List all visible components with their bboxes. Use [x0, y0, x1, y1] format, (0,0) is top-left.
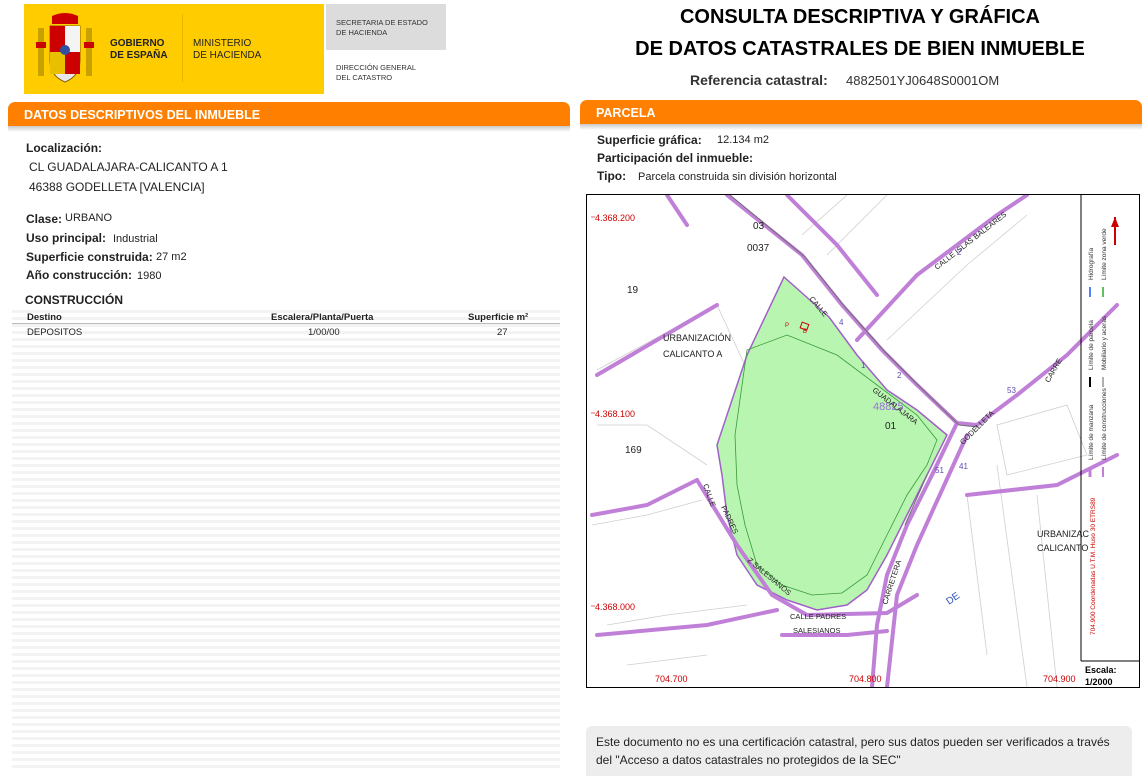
scale-label: Escala:	[1085, 665, 1117, 675]
header-divider	[182, 14, 183, 82]
table-header-escalera: Escalera/Planta/Puerta	[271, 312, 374, 323]
scale-value: 1/2000	[1085, 677, 1113, 687]
cadastral-reference-value: 4882501YJ0648S0001OM	[846, 73, 1000, 88]
map-label-b: B	[803, 329, 807, 335]
construction-table-background	[12, 310, 560, 772]
government-name: GOBIERNO DE ESPAÑA	[110, 38, 168, 61]
map-house-1: 1	[861, 361, 866, 370]
map-y-coord-1: 4.368.200	[595, 213, 635, 223]
participation-label: Participación del inmueble:	[597, 151, 754, 165]
map-street-de: DE	[944, 590, 962, 607]
legend-hidrografia: Hidrografía	[1088, 247, 1095, 280]
location-label: Localización:	[26, 141, 103, 155]
cadastral-reference-label: Referencia catastral:	[690, 72, 828, 88]
map-house-51: 51	[935, 466, 944, 475]
section-header-parcel: PARCELA	[580, 100, 1142, 124]
map-house-2a: 2	[957, 248, 962, 257]
table-header-destino: Destino	[27, 312, 62, 323]
map-label-p: P	[785, 323, 789, 329]
map-house-4: 4	[839, 318, 844, 327]
map-parcel-03: 03	[753, 221, 765, 232]
build-year-label: Año construcción:	[26, 268, 133, 282]
map-x-coord-1: 704.700	[655, 674, 688, 684]
main-use-value: Industrial	[113, 233, 158, 245]
map-x-coord-2: 704.800	[849, 674, 882, 684]
legend-parcela: Límite de parcela	[1088, 320, 1095, 370]
construction-title: CONSTRUCCIÓN	[25, 293, 123, 307]
secretary-name: SECRETARIA DE ESTADO DE HACIENDA	[336, 18, 428, 37]
type-value: Parcela construida sin división horizont…	[638, 171, 837, 183]
ministry-name: MINISTERIO DE HACIENDA	[193, 38, 262, 61]
graphic-area-label: Superficie gráfica:	[597, 133, 702, 147]
document-title-line2: DE DATOS CATASTRALES DE BIEN INMUEBLE	[635, 38, 1085, 60]
table-cell-destino: DEPOSITOS	[27, 327, 83, 338]
table-header-superficie: Superficie m²	[468, 312, 529, 323]
map-parcel-169: 169	[625, 445, 642, 456]
map-parcel-0037: 0037	[747, 243, 770, 254]
built-area-label: Superficie construida:	[26, 250, 153, 264]
section-header-descriptive: DATOS DESCRIPTIVOS DEL INMUEBLE	[8, 102, 570, 126]
map-y-coord-2: 4.368.100	[595, 409, 635, 419]
legend-zona-verde: Límite zona verde	[1101, 228, 1108, 280]
map-street-padres: CALLE PADRES	[790, 612, 846, 621]
map-y-coord-3: 4.368.000	[595, 602, 635, 612]
map-x-coord-3: 704.900	[1043, 674, 1076, 684]
map-parcel-19: 19	[627, 285, 639, 296]
location-city: 46388 GODELLETA [VALENCIA]	[29, 180, 205, 194]
map-house-2b: 2	[897, 371, 902, 380]
location-address: CL GUADALAJARA-CALICANTO A 1	[29, 160, 228, 174]
map-house-53: 53	[1007, 386, 1016, 395]
section-shadow	[8, 126, 570, 132]
table-header-rule	[12, 323, 560, 324]
disclaimer-text: Este documento no es una certificación c…	[596, 735, 1110, 767]
class-value: URBANO	[65, 212, 113, 224]
type-label: Tipo:	[597, 169, 627, 183]
class-label: Clase:	[26, 212, 63, 226]
coat-of-arms-icon	[36, 13, 94, 83]
direction-name: DIRECCIÓN GENERAL DEL CATASTRO	[336, 63, 417, 82]
map-area-label-2: CALICANTO A	[663, 349, 722, 359]
map-parcel-01: 01	[885, 421, 897, 432]
map-area-label-1: URBANIZACIÓN	[663, 333, 731, 343]
legend-manzana: Límite de manzana	[1088, 404, 1095, 460]
map-house-41: 41	[959, 462, 968, 471]
map-street-godelleta: GODELLETA	[958, 409, 996, 447]
map-area-label-3: URBANIZAC	[1037, 529, 1090, 539]
document-title-line1: CONSULTA DESCRIPTIVA Y GRÁFICA	[679, 6, 1041, 28]
built-area-value: 27 m2	[156, 251, 187, 263]
map-street-salesianos: SALESIANOS	[793, 626, 841, 635]
section-shadow-right	[580, 124, 1142, 130]
table-cell-escalera: 1/00/00	[308, 327, 340, 338]
map-street-calle-2: CALLE	[701, 483, 718, 508]
legend-mobiliario: Mobiliario y aceras	[1101, 315, 1108, 370]
north-arrow-icon	[1111, 217, 1119, 245]
legend-coordinates: 704.900 Coordenadas U.T.M. Huso 30 ETRS8…	[1090, 497, 1097, 635]
table-cell-superficie: 27	[497, 327, 508, 338]
cadastral-map[interactable]: 4.368.200 4.368.100 4.368.000 704.700 70…	[586, 194, 1140, 688]
graphic-area-value: 12.134 m2	[717, 134, 769, 146]
build-year-value: 1980	[137, 270, 162, 282]
main-use-label: Uso principal:	[26, 231, 107, 245]
legend-construcciones: Límite de construcciones	[1101, 387, 1108, 460]
